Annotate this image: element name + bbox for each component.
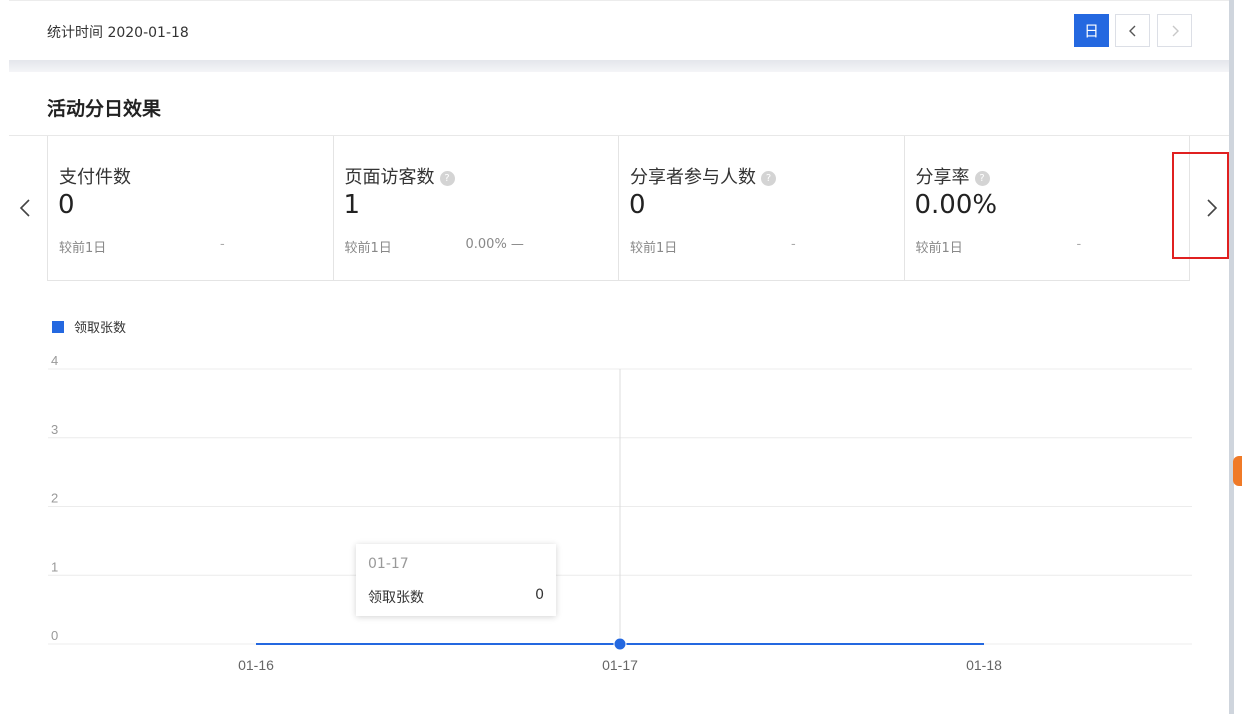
metric-card: 支付件数 0 较前1日 - xyxy=(48,136,334,280)
metric-label: 支付件数 xyxy=(59,167,131,188)
y-tick-label: 1 xyxy=(51,559,58,574)
metric-change: 0.00% — xyxy=(465,237,524,252)
metric-change: - xyxy=(1076,237,1082,252)
y-tick-label: 4 xyxy=(51,353,58,368)
right-margin xyxy=(1234,0,1242,714)
stat-time-label: 统计时间 2020-01-18 xyxy=(47,25,189,41)
section-gap xyxy=(9,60,1229,72)
metric-value: 0 xyxy=(629,190,646,220)
period-day-button[interactable]: 日 xyxy=(1074,14,1109,47)
chart-legend[interactable]: 领取张数 xyxy=(52,317,126,336)
carousel-prev-button[interactable] xyxy=(18,196,32,226)
help-icon[interactable]: ? xyxy=(761,171,776,186)
next-period-button[interactable] xyxy=(1157,14,1192,47)
highlight-box xyxy=(1172,152,1229,259)
chart-tooltip: 01-17 领取张数 0 xyxy=(356,544,556,616)
metric-card: 页面访客数? 1 较前1日 0.00% — xyxy=(334,136,619,280)
y-tick-label: 2 xyxy=(51,491,58,506)
tooltip-value: 0 xyxy=(535,587,544,603)
metric-change: - xyxy=(791,237,796,252)
metric-change: - xyxy=(220,237,225,252)
metric-compare-label: 较前1日 xyxy=(344,241,392,256)
metric-cards: 支付件数 0 较前1日 - 页面访客数? 1 较前1日 0.00% — 分享者参… xyxy=(47,136,1190,281)
metric-value: 0 xyxy=(58,190,75,220)
legend-label: 领取张数 xyxy=(74,321,127,336)
metric-compare-label: 较前1日 xyxy=(630,241,678,256)
stat-header: 统计时间 2020-01-18 日 xyxy=(9,0,1229,61)
metric-card: 分享者参与人数? 0 较前1日 - xyxy=(619,136,905,280)
x-tick-label: 01-16 xyxy=(238,657,274,673)
metric-label: 分享率? xyxy=(916,163,990,189)
legend-swatch xyxy=(52,320,64,333)
x-tick-label: 01-17 xyxy=(602,657,638,673)
metric-label: 分享者参与人数? xyxy=(630,163,776,189)
y-tick-label: 0 xyxy=(51,628,58,643)
chevron-right-icon xyxy=(1172,25,1179,36)
metric-value: 1 xyxy=(343,190,361,220)
chevron-left-icon xyxy=(1128,25,1135,36)
tooltip-title: 01-17 xyxy=(368,556,409,572)
carousel-next-button[interactable] xyxy=(1205,196,1219,226)
metric-label: 页面访客数? xyxy=(345,163,455,189)
y-tick-label: 3 xyxy=(51,422,58,437)
floating-assistant-icon[interactable] xyxy=(1233,456,1242,486)
tooltip-series-label: 领取张数 xyxy=(368,590,424,606)
chevron-right-icon xyxy=(1207,199,1218,217)
line-chart[interactable]: 0 1 2 3 4 01-16 01-17 01-18 xyxy=(0,340,1200,700)
section-title: 活动分日效果 xyxy=(47,98,162,120)
x-tick-label: 01-18 xyxy=(966,657,1002,673)
data-point xyxy=(613,637,627,651)
metric-value: 0.00% xyxy=(914,190,998,220)
prev-period-button[interactable] xyxy=(1115,14,1150,47)
metric-compare-label: 较前1日 xyxy=(915,241,963,256)
help-icon[interactable]: ? xyxy=(974,171,990,186)
chevron-left-icon xyxy=(19,199,30,217)
metric-card: 分享率? 0.00% 较前1日 - xyxy=(905,136,1190,280)
help-icon[interactable]: ? xyxy=(439,171,455,186)
metric-compare-label: 较前1日 xyxy=(59,241,107,256)
